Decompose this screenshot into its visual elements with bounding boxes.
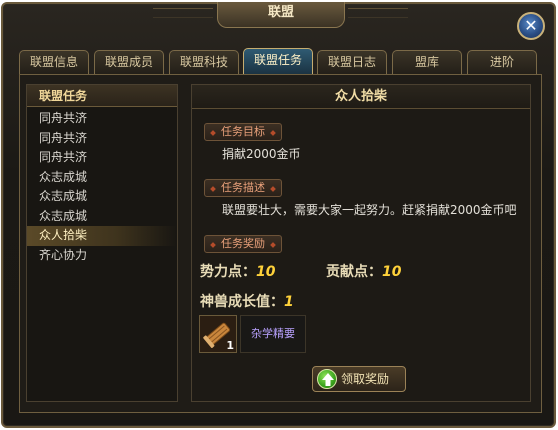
quest-list-panel: 联盟任务 同舟共济 同舟共济 同舟共济 众志成城 众志成城 众志成城 众人拾柴 … [26, 84, 178, 402]
quest-detail-panel: 众人拾柴 任务目标 捐献2000金币 任务描述 联盟要壮大，需要大家一起努力。赶… [191, 84, 531, 402]
up-arrow-icon [317, 369, 337, 389]
close-button[interactable]: ✕ [517, 12, 545, 40]
quest-detail-title: 众人拾柴 [192, 85, 530, 109]
tab-alliance-storage[interactable]: 盟库 [392, 50, 462, 74]
reward-section-label: 任务奖励 [204, 235, 282, 253]
tab-alliance-info[interactable]: 联盟信息 [19, 50, 89, 74]
tab-alliance-log[interactable]: 联盟日志 [317, 50, 387, 74]
quest-item-selected[interactable]: 众人拾柴 [27, 226, 177, 246]
beast-growth-label: 神兽成长值： [200, 294, 284, 310]
tab-alliance-quests[interactable]: 联盟任务 [243, 48, 313, 75]
quest-item[interactable]: 众志成城 [27, 207, 177, 227]
description-section-label: 任务描述 [204, 179, 282, 197]
contribution-points-value: 10 [382, 264, 402, 280]
title-ornament-left [153, 8, 213, 18]
reward-item-count: 1 [226, 339, 234, 352]
close-icon: ✕ [524, 16, 538, 35]
reward-item-slot[interactable]: 1 [199, 315, 237, 353]
quest-item[interactable]: 众志成城 [27, 168, 177, 188]
claim-reward-button[interactable]: 领取奖励 [312, 366, 406, 392]
contribution-points-label: 贡献点： [326, 264, 382, 280]
claim-reward-label: 领取奖励 [341, 372, 390, 386]
quest-list-header: 联盟任务 [27, 85, 177, 107]
quest-list: 同舟共济 同舟共济 同舟共济 众志成城 众志成城 众志成城 众人拾柴 齐心协力 [27, 109, 177, 265]
tab-alliance-tech[interactable]: 联盟科技 [169, 50, 239, 74]
contribution-points-reward: 贡献点：10 [326, 261, 401, 281]
power-points-reward: 势力点：10 [200, 261, 275, 281]
quest-item[interactable]: 同舟共济 [27, 109, 177, 129]
tab-bar: 联盟信息 联盟成员 联盟科技 联盟任务 联盟日志 盟库 进阶 [19, 48, 541, 75]
tab-alliance-members[interactable]: 联盟成员 [94, 50, 164, 74]
title-ornament-right [348, 8, 408, 18]
quest-item[interactable]: 众志成城 [27, 187, 177, 207]
window-title: 联盟 [217, 2, 345, 28]
beast-growth-reward: 神兽成长值：1 [200, 291, 294, 311]
beast-growth-value: 1 [284, 294, 294, 310]
quest-item[interactable]: 齐心协力 [27, 246, 177, 266]
description-text: 联盟要壮大，需要大家一起努力。赶紧捐献2000金币吧 [222, 203, 517, 217]
quest-item[interactable]: 同舟共济 [27, 129, 177, 149]
tab-advance[interactable]: 进阶 [467, 50, 537, 74]
power-points-label: 势力点： [200, 264, 256, 280]
goal-text: 捐献2000金币 [222, 147, 301, 161]
power-points-value: 10 [256, 264, 276, 280]
reward-item-name: 杂学精要 [240, 315, 306, 353]
quest-item[interactable]: 同舟共济 [27, 148, 177, 168]
goal-section-label: 任务目标 [204, 123, 282, 141]
